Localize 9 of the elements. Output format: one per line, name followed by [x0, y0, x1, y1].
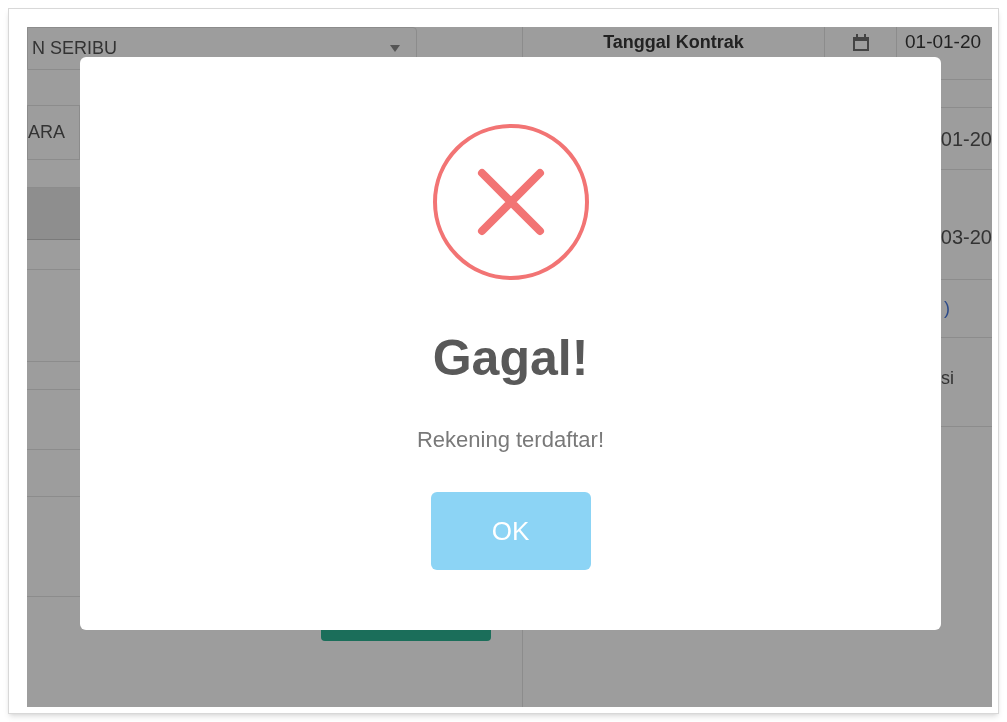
date-value: 01-20 [940, 126, 992, 152]
contract-date-label: Tanggal Kontrak [603, 31, 744, 53]
date-value: 01-01-20 [905, 30, 982, 53]
text-fragment: ) [944, 297, 950, 320]
input-field[interactable]: ARA [27, 105, 80, 160]
text-fragment: si [941, 367, 954, 390]
dialog-title: Gagal! [432, 333, 589, 383]
dialog-message: Rekening terdaftar! [416, 426, 605, 454]
date-value: 03-20 [940, 225, 992, 250]
